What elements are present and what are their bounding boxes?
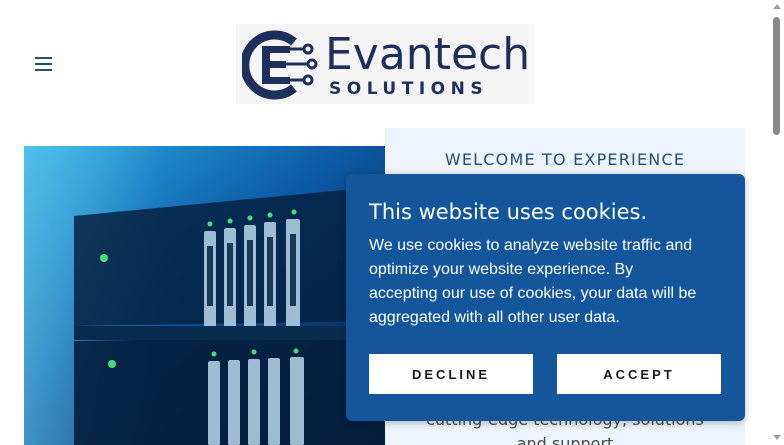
cookie-message: We use cookies to analyze website traffi… [369,234,729,330]
page: Evantech SOLUTIONS WELCOME TO EXPERIENCE… [0,0,784,445]
welcome-body-line: and support [516,434,614,445]
accept-cookies-button[interactable]: ACCEPT [557,354,721,394]
logo-subtitle: SOLUTIONS [329,79,489,99]
welcome-title: WELCOME TO EXPERIENCE [444,150,686,169]
hamburger-menu-icon[interactable] [33,55,55,73]
server-rack-illustration [24,146,385,445]
logo-wordmark: Evantech [325,29,531,80]
cookie-title: This website uses cookies. [369,200,648,224]
decline-cookies-button[interactable]: DECLINE [369,354,533,394]
scroll-down-arrow-icon[interactable] [773,435,781,440]
cookie-message-line: optimize your website experience. By [369,261,634,278]
circuit-e-logo-icon [242,30,318,100]
scrollbar-thumb[interactable] [773,17,780,135]
scroll-up-arrow-icon[interactable] [773,4,781,9]
cookie-consent-banner: This website uses cookies. We use cookie… [346,174,745,421]
cookie-message-line: accepting our use of cookies, your data … [369,285,697,302]
cookie-message-line: aggregated with all other user data. [369,309,620,326]
company-logo[interactable]: Evantech SOLUTIONS [236,24,534,104]
cookie-message-line: We use cookies to analyze website traffi… [369,237,693,254]
vertical-scrollbar[interactable] [770,0,784,445]
server-rack-image [24,146,385,445]
